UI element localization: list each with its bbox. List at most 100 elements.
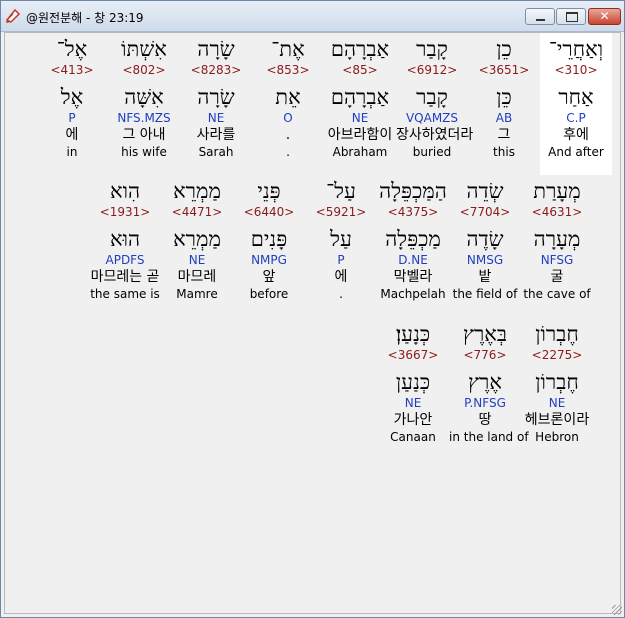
window-title: @원전분해 - 창 23:19	[26, 11, 144, 25]
morphology-code: D.NE	[398, 253, 428, 267]
lexical-form: שָׂדֶה	[466, 227, 504, 251]
close-icon: ✕	[599, 9, 610, 23]
strong-number: <4631>	[531, 205, 583, 219]
english-gloss: the cave of	[523, 287, 591, 301]
korean-gloss: 굴	[550, 269, 564, 285]
lexical-form: מַכְפֵּלָה	[385, 227, 441, 251]
word-cell[interactable]: עַל־ <5921> עַל P 에.	[305, 175, 377, 305]
english-gloss: Sarah	[198, 145, 234, 159]
lexical-form: אַבְרָהָם	[330, 85, 390, 109]
lexical-form: כְּנַעַן	[395, 370, 431, 394]
english-gloss: Mamre	[176, 287, 218, 301]
korean-gloss: 막벨라	[393, 269, 433, 285]
minimize-button[interactable]	[525, 8, 555, 25]
title-bar[interactable]: @원전분해 - 창 23:19 ✕	[1, 1, 624, 32]
morphology-code: NE	[188, 253, 206, 267]
strong-number: <776>	[463, 348, 507, 362]
hebrew-word: כְּנָעַן׃	[395, 322, 431, 346]
korean-gloss: 장사하였더라	[396, 127, 474, 143]
word-cell[interactable]: כֵן <3651> כֵּן AB 그 this	[468, 33, 540, 175]
resize-grip-icon[interactable]	[612, 605, 622, 615]
morphology-code: NE	[351, 111, 369, 125]
english-gloss: Hebron	[535, 430, 579, 444]
hebrew-word: הַמַּכְפֵּלָה	[379, 179, 447, 203]
parsing-panel: וְאַחֲרֵי־ <310> אַחַר C.P 후에 And after כֵן <36…	[4, 32, 621, 614]
word-cell[interactable]: הַמַּכְפֵּלָה <4375> מַכְפֵּלָה D.NE 막벨라 Mach…	[377, 175, 449, 305]
hebrew-word: שָׂרָה	[197, 37, 235, 61]
morphology-code: NFS.MZS	[117, 111, 171, 125]
word-cell[interactable]: בְּאֶרֶץ <776> אֶרֶץ P.NFSG 땅 in the land of	[449, 318, 529, 448]
lexical-form: מַמְרֵא	[173, 227, 221, 251]
word-cell[interactable]: כְּנָעַן׃ <3667> כְּנַעַן NE 가나안 Canaan	[377, 318, 449, 448]
strong-number: <4375>	[387, 205, 439, 219]
hebrew-word: כֵן	[496, 37, 512, 61]
strong-number: <802>	[122, 63, 166, 77]
word-cell[interactable]: אִשְׁתּוֹ <802> אִשָּׁה NFS.MZS 그 아내 his wife	[108, 33, 180, 175]
lexical-form: אַחַר	[558, 85, 594, 109]
word-cell[interactable]: פְּנֵי <6440> פָּנִים NMPG 앞 before	[233, 175, 305, 305]
strong-number: <5921>	[315, 205, 367, 219]
korean-gloss: 아브라함이	[327, 127, 393, 143]
hebrew-word: מְעָרַת	[533, 179, 581, 203]
word-cell[interactable]: אֶל־ <413> אֶל P 에 in	[36, 33, 108, 175]
strong-number: <413>	[50, 63, 94, 77]
morphology-code: NFSG	[540, 253, 574, 267]
morphology-code: P	[337, 253, 345, 267]
strong-number: <8283>	[190, 63, 242, 77]
word-cell[interactable]: מַמְרֵא <4471> מַמְרֵא NE 마므레 Mamre	[161, 175, 233, 305]
morphology-code: NE	[207, 111, 225, 125]
korean-gloss: 그	[497, 127, 511, 143]
strong-number: <310>	[554, 63, 598, 77]
korean-gloss: 마므레	[177, 269, 217, 285]
close-button[interactable]: ✕	[588, 8, 621, 25]
korean-gloss: 헤브론이라	[524, 412, 590, 428]
korean-gloss: 앞	[262, 269, 276, 285]
word-cell[interactable]: שָׂרָה <8283> שָׂרָה NE 사라를 Sarah	[180, 33, 252, 175]
hebrew-word: אֶל־	[56, 37, 88, 61]
morphology-code: C.P	[566, 111, 586, 125]
hebrew-word: פְּנֵי	[257, 179, 281, 203]
word-cell[interactable]: חֶבְרוֹן <2275> חֶבְרוֹן NE 헤브론이라 Hebron	[521, 318, 593, 448]
morphology-code: NE	[404, 396, 422, 410]
english-gloss: And after	[548, 145, 604, 159]
word-cell[interactable]: הִוא <1931> הוּא APDFS 마므레는 곧 the same is	[89, 175, 161, 305]
hebrew-word: חֶבְרוֹן	[535, 322, 579, 346]
hebrew-word: שְׂדֵה	[466, 179, 504, 203]
korean-gloss: 마므레는 곧	[90, 269, 160, 285]
korean-gloss: 후에	[563, 127, 589, 143]
korean-gloss: 에	[65, 127, 79, 143]
word-cell[interactable]: אֶת־ <853> אֵת O..	[252, 33, 324, 175]
hebrew-word: אֶת־	[271, 37, 305, 61]
lexical-form: אֵת	[275, 85, 301, 109]
strong-number: <3667>	[387, 348, 439, 362]
lexical-form: אֶרֶץ	[468, 370, 502, 394]
lexical-form: אֶל	[60, 85, 84, 109]
strong-number: <7704>	[459, 205, 511, 219]
english-gloss: Machpelah	[380, 287, 446, 301]
strong-number: <85>	[342, 63, 378, 77]
app-window: @원전분해 - 창 23:19 ✕ וְאַחֲרֵי־ <310> אַחַר C.…	[0, 0, 625, 618]
word-cell[interactable]: אַבְרָהָם <85> אַבְרָהָם NE 아브라함이 Abraham	[324, 33, 396, 175]
korean-gloss: 가나안	[393, 412, 433, 428]
english-gloss: before	[249, 287, 289, 301]
lexical-form: מְעָרָה	[533, 227, 581, 251]
morphology-code: AB	[495, 111, 513, 125]
korean-gloss: 밭	[478, 269, 492, 285]
korean-gloss: 땅	[478, 412, 492, 428]
korean-gloss: 에	[334, 269, 348, 285]
word-cell[interactable]: שְׂדֵה <7704> שָׂדֶה NMSG 밭 the field of	[449, 175, 521, 305]
maximize-button[interactable]	[556, 8, 586, 25]
word-cell[interactable]: קָבַר <6912> קָבַר VQAMZS 장사하였더라 buried	[396, 33, 474, 175]
strong-number: <2275>	[531, 348, 583, 362]
word-cell[interactable]: מְעָרַת <4631> מְעָרָה NFSG 굴 the cave of	[521, 175, 593, 305]
strong-number: <4471>	[171, 205, 223, 219]
english-gloss: .	[286, 145, 290, 159]
lexical-form: פָּנִים	[250, 227, 288, 251]
english-gloss: .	[339, 287, 343, 301]
word-cell[interactable]: וְאַחֲרֵי־ <310> אַחַר C.P 후에 And after	[540, 33, 612, 175]
morphology-code: NE	[548, 396, 566, 410]
hebrew-word: קָבַר	[416, 37, 448, 61]
lexical-form: כֵּן	[496, 85, 512, 109]
strong-number: <1931>	[99, 205, 151, 219]
hebrew-word: בְּאֶרֶץ	[463, 322, 507, 346]
